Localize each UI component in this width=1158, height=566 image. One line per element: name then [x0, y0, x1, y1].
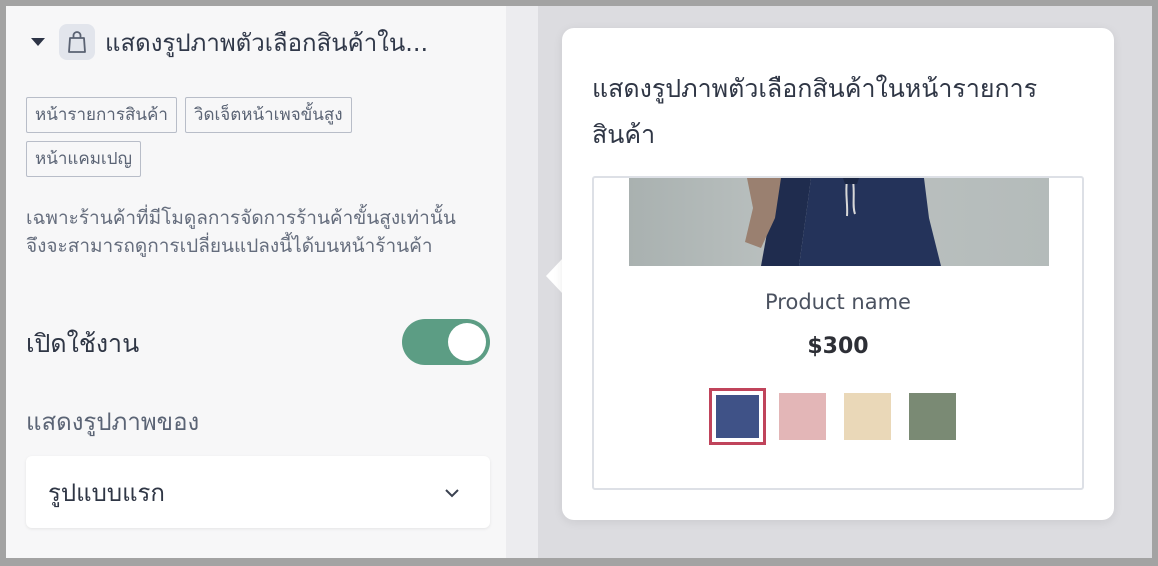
popover-title: แสดงรูปภาพตัวเลือกสินค้าในหน้ารายการ สิน…	[592, 66, 1092, 158]
settings-panel: แสดงรูปภาพตัวเลือกสินค้าใน... หน้ารายการ…	[6, 6, 506, 558]
product-name: Product name	[765, 290, 911, 314]
section-title: แสดงรูปภาพตัวเลือกสินค้าใน...	[105, 28, 429, 57]
show-image-select[interactable]: รูปแบบแรก	[26, 456, 490, 528]
section-header[interactable]: แสดงรูปภาพตัวเลือกสินค้าใน...	[26, 22, 445, 62]
show-image-label: แสดงรูปภาพของ	[26, 408, 200, 436]
color-swatch-1[interactable]	[709, 388, 766, 445]
panel-gutter	[506, 6, 538, 558]
enable-label: เปิดใช้งาน	[26, 329, 140, 358]
color-swatch-3[interactable]	[844, 393, 891, 440]
shopping-bag-icon	[59, 24, 95, 60]
description-text: เฉพาะร้านค้าที่มีโมดูลการจัดการร้านค้าขั…	[26, 207, 456, 257]
page-type-tags: หน้ารายการสินค้า วิดเจ็ตหน้าเพจขั้นสูง ห…	[26, 97, 446, 177]
product-card-preview: Product name $300	[592, 176, 1084, 490]
toggle-knob	[448, 323, 486, 361]
popover-title-line1: แสดงรูปภาพตัวเลือกสินค้าในหน้ารายการ	[592, 74, 1038, 103]
color-swatches	[709, 388, 956, 445]
popover-title-line2: สินค้า	[592, 120, 656, 149]
enable-toggle[interactable]	[402, 319, 490, 365]
select-value: รูปแบบแรก	[48, 478, 165, 507]
preview-popover: แสดงรูปภาพตัวเลือกสินค้าในหน้ารายการ สิน…	[562, 28, 1114, 520]
caret-down-icon[interactable]	[31, 38, 45, 46]
product-price: $300	[807, 334, 869, 359]
tag-campaign-page: หน้าแคมเปญ	[26, 141, 141, 177]
chevron-down-icon	[444, 483, 460, 502]
color-swatch-4[interactable]	[909, 393, 956, 440]
color-swatch-2[interactable]	[779, 393, 826, 440]
app-frame: แสดงรูปภาพตัวเลือกสินค้าใน... หน้ารายการ…	[6, 6, 1152, 558]
tag-product-list: หน้ารายการสินค้า	[26, 97, 177, 133]
product-photo	[629, 178, 1049, 266]
tag-advanced-widget: วิดเจ็ตหน้าเพจขั้นสูง	[184, 97, 352, 133]
popover-arrow	[546, 258, 563, 294]
